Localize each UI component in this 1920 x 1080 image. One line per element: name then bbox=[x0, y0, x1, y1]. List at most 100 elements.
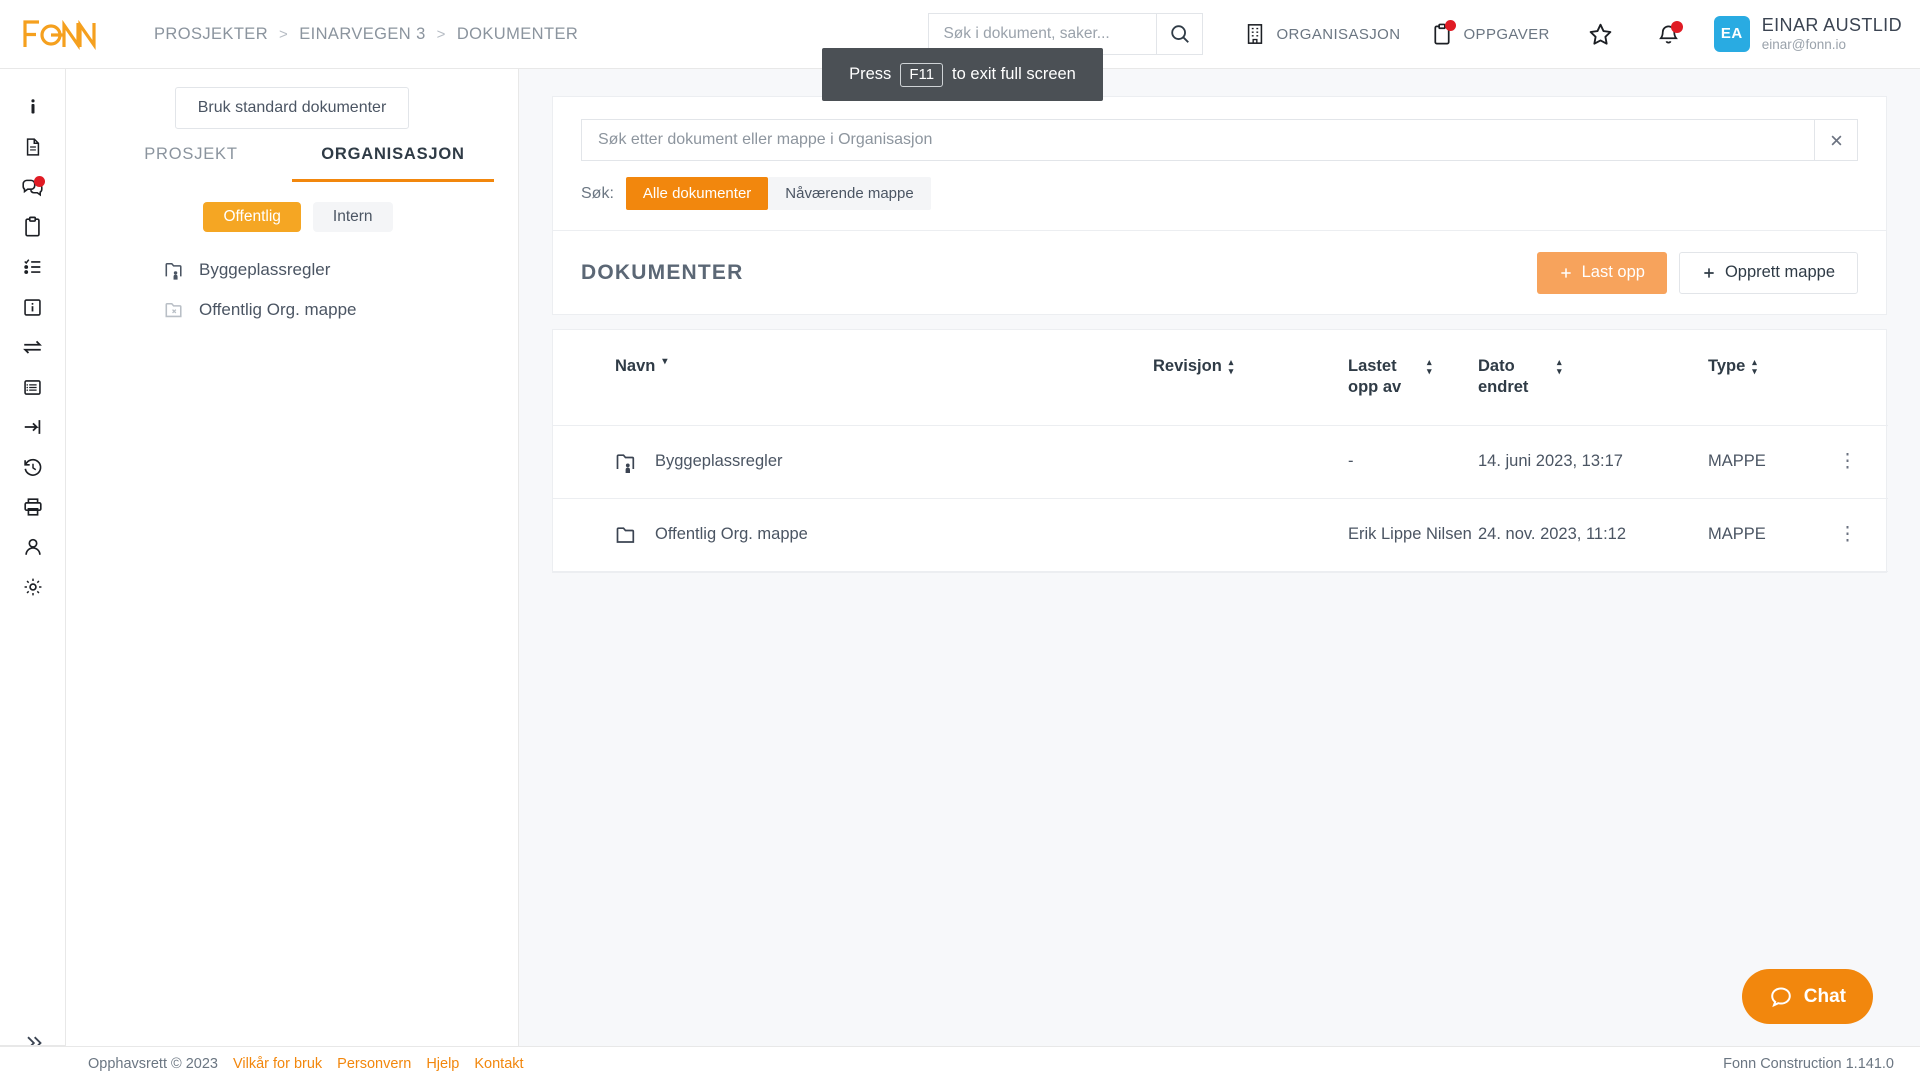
cell-revisjon bbox=[1153, 498, 1348, 572]
login-arrow-icon bbox=[24, 420, 40, 434]
rail-item-profile[interactable] bbox=[13, 527, 53, 567]
column-header-dato-endret-label: Dato endret bbox=[1478, 357, 1529, 397]
transfer-arrows-icon bbox=[23, 340, 42, 354]
upload-button[interactable]: Last opp bbox=[1536, 251, 1667, 294]
breadcrumb-separator: > bbox=[279, 25, 289, 43]
folder-tree: Byggeplassregler Offentlig Org. mappe bbox=[66, 250, 518, 330]
rail-item-settings[interactable] bbox=[13, 567, 53, 607]
column-header-actions bbox=[1838, 330, 1888, 426]
tree-item-label: Byggeplassregler bbox=[199, 260, 331, 279]
sort-desc-icon: ▾ bbox=[662, 356, 668, 367]
rail-item-checklist[interactable] bbox=[13, 247, 53, 287]
folder-person-icon bbox=[616, 454, 635, 473]
chat-bubbles-icon bbox=[21, 176, 45, 198]
table-row[interactable]: Byggeplassregler - 14. juni 2023, 13:17 … bbox=[553, 425, 1888, 499]
tree-item-byggeplassregler[interactable]: Byggeplassregler bbox=[164, 250, 518, 290]
page-title: DOKUMENTER bbox=[581, 260, 744, 284]
rail-item-history[interactable] bbox=[13, 447, 53, 487]
table-list-icon bbox=[24, 379, 41, 395]
column-header-revisjon[interactable]: Revisjon ▴ ▾ bbox=[1153, 330, 1348, 426]
pill-intern[interactable]: Intern bbox=[312, 202, 393, 232]
user-menu[interactable]: EA EINAR AUSTLID einar@fonn.io bbox=[1713, 14, 1902, 53]
user-email: einar@fonn.io bbox=[1761, 36, 1847, 52]
nav-oppgaver-label: OPPGAVER bbox=[1463, 25, 1550, 43]
clipboard-icon bbox=[25, 216, 40, 237]
rail-item-transfer[interactable] bbox=[13, 327, 53, 367]
footer-link-hjelp[interactable]: Hjelp bbox=[426, 1056, 459, 1072]
fullscreen-toast-key: F11 bbox=[900, 62, 944, 87]
rail-item-info[interactable] bbox=[13, 87, 53, 127]
rail-item-info-box[interactable] bbox=[13, 287, 53, 327]
table-row[interactable]: Offentlig Org. mappe Erik Lippe Nilsen 2… bbox=[553, 498, 1888, 572]
tree-item-offentlig-org-mappe[interactable]: Offentlig Org. mappe bbox=[164, 290, 518, 330]
visibility-pills: Offentlig Intern bbox=[66, 202, 518, 232]
info-icon bbox=[30, 99, 35, 114]
filter-navaerende-mappe[interactable]: Nåværende mappe bbox=[768, 177, 931, 210]
folder-restricted-icon bbox=[165, 302, 182, 318]
column-header-dato-endret[interactable]: Dato endret ▴ ▾ bbox=[1478, 330, 1708, 426]
document-search-input[interactable] bbox=[581, 119, 1815, 161]
footer-link-kontakt[interactable]: Kontakt bbox=[474, 1056, 523, 1072]
cell-navn: Byggeplassregler bbox=[553, 425, 1153, 499]
rail-item-tasks[interactable] bbox=[13, 207, 53, 247]
favorites-button[interactable] bbox=[1566, 22, 1635, 47]
column-header-lastet-opp-av-label: Lastet opp av bbox=[1348, 357, 1402, 397]
cell-actions: ⋮ bbox=[1838, 498, 1888, 572]
breadcrumb-item-dokumenter[interactable]: DOKUMENTER bbox=[457, 25, 578, 44]
history-icon bbox=[23, 458, 41, 476]
avatar: EA bbox=[1713, 15, 1750, 52]
clear-search-button[interactable] bbox=[1815, 119, 1858, 161]
notifications-button[interactable] bbox=[1635, 21, 1702, 46]
search-scope-filters: Søk: Alle dokumenter Nåværende mappe bbox=[553, 161, 1886, 230]
tree-item-label: Offentlig Org. mappe bbox=[199, 300, 357, 319]
use-standard-documents-button[interactable]: Bruk standard dokumenter bbox=[174, 87, 410, 129]
cell-lastet-opp-av: - bbox=[1348, 425, 1478, 499]
folder-person-icon bbox=[165, 262, 182, 280]
clipboard-icon bbox=[1432, 19, 1457, 46]
filter-alle-dokumenter[interactable]: Alle dokumenter bbox=[625, 177, 769, 210]
nav-oppgaver[interactable]: OPPGAVER bbox=[1416, 19, 1565, 46]
breadcrumb-item-einarvegen-3[interactable]: EINARVEGEN 3 bbox=[299, 25, 425, 44]
footer-link-personvern[interactable]: Personvern bbox=[337, 1056, 411, 1072]
row-menu-button[interactable]: ⋮ bbox=[1838, 524, 1857, 545]
rail-item-print[interactable] bbox=[13, 487, 53, 527]
rail-item-documents[interactable] bbox=[13, 127, 53, 167]
create-folder-button[interactable]: Opprett mappe bbox=[1678, 251, 1858, 294]
plus-icon bbox=[1704, 267, 1714, 278]
breadcrumb-item-prosjekter[interactable]: PROSJEKTER bbox=[154, 25, 268, 44]
row-menu-button[interactable]: ⋮ bbox=[1838, 451, 1857, 472]
column-header-type-label: Type bbox=[1708, 357, 1746, 375]
cell-dato-endret: 24. nov. 2023, 11:12 bbox=[1478, 498, 1708, 572]
breadcrumb: PROSJEKTER > EINARVEGEN 3 > DOKUMENTER bbox=[154, 25, 578, 44]
column-header-navn[interactable]: Navn ▾ bbox=[553, 330, 1153, 426]
building-icon bbox=[1245, 23, 1265, 45]
document-icon bbox=[26, 138, 39, 156]
oppgaver-badge bbox=[1445, 19, 1457, 31]
chat-button[interactable]: Chat bbox=[1741, 969, 1873, 1024]
rail-item-login[interactable] bbox=[13, 407, 53, 447]
footer-link-vilkar[interactable]: Vilkår for bruk bbox=[233, 1056, 322, 1072]
app-version: Fonn Construction 1.141.0 bbox=[1723, 1055, 1894, 1072]
global-search-button[interactable] bbox=[1156, 13, 1204, 55]
column-header-lastet-opp-av[interactable]: Lastet opp av ▴ ▾ bbox=[1348, 330, 1478, 426]
pill-offentlig[interactable]: Offentlig bbox=[203, 202, 301, 232]
column-header-revisjon-label: Revisjon bbox=[1153, 357, 1222, 375]
user-name: EINAR AUSTLID bbox=[1761, 14, 1902, 35]
documents-table-card: Navn ▾ Revisjon ▴ ▾ Lastet opp av ▴ ▾ Dato en… bbox=[552, 329, 1888, 573]
rail-item-register[interactable] bbox=[13, 367, 53, 407]
main-content: Søk: Alle dokumenter Nåværende mappe DOK… bbox=[519, 69, 1920, 1046]
cell-revisjon bbox=[1153, 425, 1348, 499]
row-name-label: Byggeplassregler bbox=[655, 452, 783, 471]
column-header-type[interactable]: Type ▴ ▾ bbox=[1708, 330, 1838, 426]
rail-item-messages[interactable] bbox=[13, 167, 53, 207]
breadcrumb-separator: > bbox=[436, 25, 446, 43]
fonn-logo[interactable] bbox=[22, 18, 102, 50]
tab-organisasjon[interactable]: ORGANISASJON bbox=[292, 145, 494, 182]
fullscreen-toast-prefix: Press bbox=[849, 65, 892, 83]
create-folder-button-label: Opprett mappe bbox=[1724, 263, 1835, 281]
nav-organisasjon[interactable]: ORGANISASJON bbox=[1229, 23, 1416, 45]
search-card: Søk: Alle dokumenter Nåværende mappe DOK… bbox=[552, 96, 1887, 315]
gear-icon bbox=[24, 578, 41, 596]
fullscreen-toast: Press F11 to exit full screen bbox=[822, 48, 1103, 101]
tab-prosjekt[interactable]: PROSJEKT bbox=[90, 145, 292, 182]
